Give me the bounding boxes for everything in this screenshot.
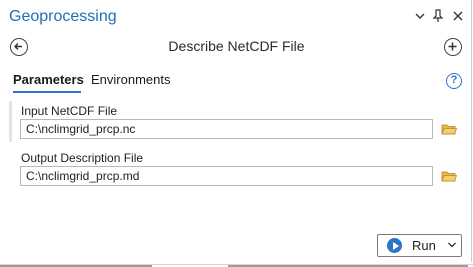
close-icon[interactable] xyxy=(451,8,465,24)
output-description-field[interactable]: C:\nclimgrid_prcp.md xyxy=(20,166,433,186)
pane-titlebar: Geoprocessing xyxy=(0,0,473,33)
output-description-label: Output Description File xyxy=(21,151,144,165)
input-netcdf-field[interactable]: C:\nclimgrid_prcp.nc xyxy=(20,119,433,139)
menu-chevron-icon[interactable] xyxy=(413,8,427,24)
pin-icon[interactable] xyxy=(431,8,445,24)
plus-icon xyxy=(448,42,457,51)
run-play-icon xyxy=(387,238,402,253)
add-button[interactable] xyxy=(444,38,462,56)
input-netcdf-label: Input NetCDF File xyxy=(21,104,118,118)
browse-folder-icon[interactable] xyxy=(441,169,458,183)
active-tab-indicator xyxy=(13,91,81,93)
run-button[interactable]: Run xyxy=(377,234,462,257)
help-icon[interactable]: ? xyxy=(446,73,462,89)
browse-folder-icon[interactable] xyxy=(441,122,458,136)
tab-parameters[interactable]: Parameters xyxy=(13,72,84,87)
parameter-focus-bar xyxy=(9,101,12,142)
geoprocessing-pane: Geoprocessing Describe NetCDF File Param… xyxy=(0,0,472,262)
tool-title: Describe NetCDF File xyxy=(168,38,305,54)
run-dropdown-icon[interactable] xyxy=(447,238,457,255)
tab-environments[interactable]: Environments xyxy=(91,72,170,87)
pane-title: Geoprocessing xyxy=(9,8,117,25)
run-label: Run xyxy=(412,238,436,253)
